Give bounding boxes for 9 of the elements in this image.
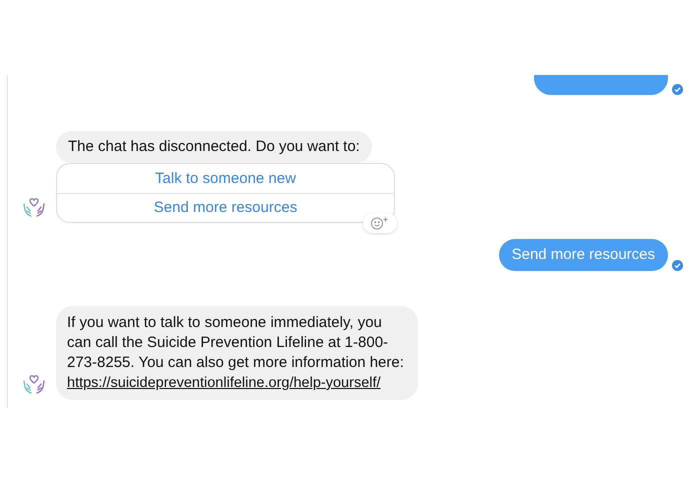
heart-hands-icon [22, 372, 46, 396]
heart-hands-icon [22, 195, 46, 219]
quick-reply-button[interactable]: Talk to someone new [57, 164, 394, 193]
smiley-plus-icon [370, 216, 390, 230]
sent-message-bubble: Send more resources [498, 239, 668, 271]
received-message-bubble: The chat has disconnected. Do you want to: [56, 131, 372, 163]
received-message-bubble: If you want to talk to someone immediately, you can call the Suicide Prevention Lifeline at 1-800-273-8255. You can also get more information here: https://suicidepreventionlifeline.org/help-yourself/ [56, 306, 418, 400]
lifeline-link[interactable]: https://suicidepreventionlifeline.org/help-yourself/ [67, 375, 381, 391]
add-reaction-button[interactable] [363, 213, 397, 233]
